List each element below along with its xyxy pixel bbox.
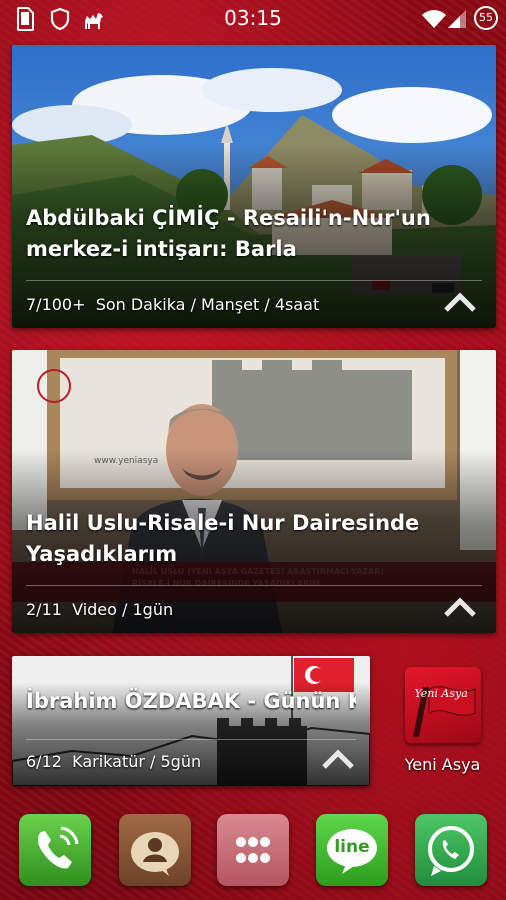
yeni-asya-logo-icon: Yeni Asya [404,667,481,743]
card-title: Abdülbaki ÇİMİÇ - Resaili'n-Nur'un merke… [26,206,431,261]
line-app[interactable]: line [316,814,388,886]
app-label: Yeni Asya [404,755,481,774]
chevron-up-icon[interactable] [320,748,356,770]
contacts-app[interactable] [119,814,191,886]
wifi-icon [422,10,446,28]
card-divider [26,585,482,586]
card-meta: 2/11 Video / 1gün [26,600,173,619]
battery-level: 55 [479,11,493,24]
contacts-icon [131,832,179,876]
card-divider [26,280,482,281]
dock: line [0,806,506,900]
whatsapp-icon [428,826,474,876]
card-title: İbrahim ÖZDABAK - Günün Kari... [26,689,356,713]
phone-app[interactable] [19,814,91,886]
app-drawer-button[interactable] [217,814,289,886]
chevron-up-icon[interactable] [442,291,478,313]
card-count: 6/12 [26,752,62,771]
app-drawer-icon [236,837,270,863]
card-title: Halil Uslu-Risale-i Nur Dairesinde Yaşad… [26,511,420,566]
yeni-asya-app-shortcut[interactable]: Yeni Asya Yeni Asya [395,667,490,774]
image-watermark: www.yeniasya [94,456,159,466]
card-category: Karikatür / 5gün [72,752,202,771]
battery-icon: 55 [474,6,498,30]
card-count: 7/100+ [26,295,86,314]
news-card-barla[interactable]: Abdülbaki ÇİMİÇ - Resaili'n-Nur'un merke… [12,45,496,328]
card-count: 2/11 [26,600,62,619]
card-category: Video / 1gün [72,600,174,619]
news-card-halil-uslu[interactable]: HALİL USLU (YENİ ASYA GAZETESİ ARAŞTIRMA… [12,350,496,633]
signal-icon [448,10,466,28]
whatsapp-app[interactable] [415,814,487,886]
phone-icon [37,826,79,869]
card-meta: 6/12 Karikatür / 5gün [26,752,201,771]
news-card-karikatur[interactable]: İbrahim ÖZDABAK - Günün Kari... 6/12 Kar… [12,656,370,786]
status-bar: 03:15 55 [0,0,506,38]
card-meta: 7/100+ Son Dakika / Manşet / 4saat [26,295,319,314]
video-caption-topic: RİSALE-İ NUR DAİRESİNDE YAŞADIKLARIM [132,579,321,588]
card-category: Son Dakika / Manşet / 4saat [95,295,320,314]
yeni-asya-logo-text: Yeni Asya [414,687,468,700]
chevron-up-icon[interactable] [442,596,478,618]
card-divider [26,739,356,740]
line-logo-text: line [334,837,370,857]
